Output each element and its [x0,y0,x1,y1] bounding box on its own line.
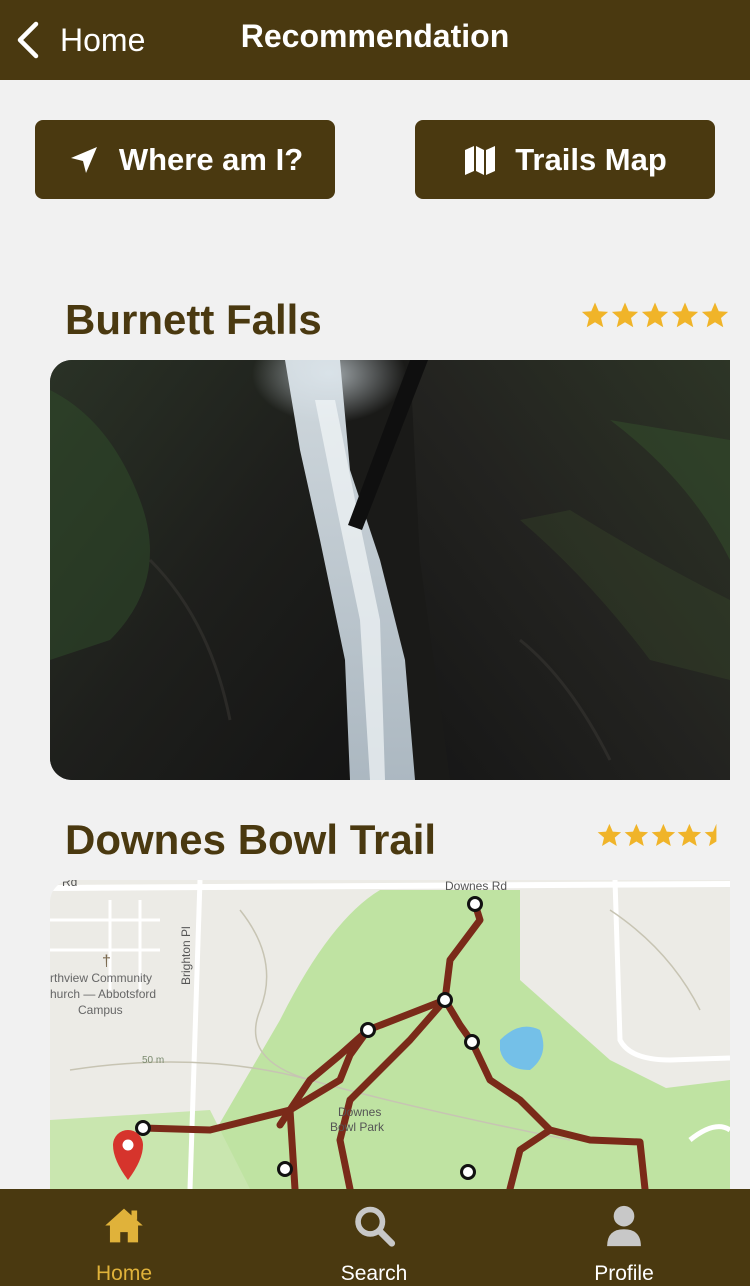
trail-map[interactable]: Downes Rd Rd Brighton Pl rthview Communi… [50,880,730,1189]
trails-map-button[interactable]: Trails Map [415,120,715,199]
map-label-road: Rd [62,880,77,889]
star-icon [581,302,609,328]
star-icon [678,823,702,846]
star-icon [671,302,699,328]
star-icon [651,823,675,846]
where-am-i-button[interactable]: Where am I? [35,120,335,199]
map-label-park: Downes Bowl Park [330,1105,385,1134]
star-icon [597,823,622,846]
star-icon [701,302,729,328]
page-title: Recommendation [240,17,510,54]
waterfall-photo[interactable] [50,360,730,780]
bottom-tab-bar: Home Search Profile [0,1189,750,1286]
where-am-i-label: Where am I? [118,141,304,177]
map-label-road: Downes Rd [445,880,507,893]
home-icon [105,1208,143,1243]
tab-home[interactable]: Home [49,1189,199,1286]
map-label-elevation: 50 m [142,1055,164,1066]
profile-icon [607,1205,641,1247]
map-label-street: Brighton Pl [179,926,193,985]
rating-stars [596,820,730,850]
trails-map-label: Trails Map [515,141,667,177]
top-nav-bar: Home Recommendation [0,0,750,80]
tab-label: Home [95,1262,153,1285]
recommendation-title[interactable]: Downes Bowl Trail [65,816,436,864]
tab-label: Profile [594,1262,654,1285]
app-screen: Home Recommendation Where am I? Trails M… [0,0,750,1286]
star-half-icon [704,823,717,846]
tab-search[interactable]: Search [299,1189,449,1286]
church-cross-icon: † [102,953,111,970]
recommendation-title[interactable]: Burnett Falls [65,296,322,344]
search-icon [355,1206,396,1247]
rating-stars [580,300,732,330]
tab-profile[interactable]: Profile [549,1189,699,1286]
star-icon [641,302,669,328]
map-icon [463,143,497,177]
star-icon [624,823,648,846]
location-arrow-icon [67,143,101,177]
star-icon [611,302,639,328]
tab-label: Search [340,1262,408,1285]
